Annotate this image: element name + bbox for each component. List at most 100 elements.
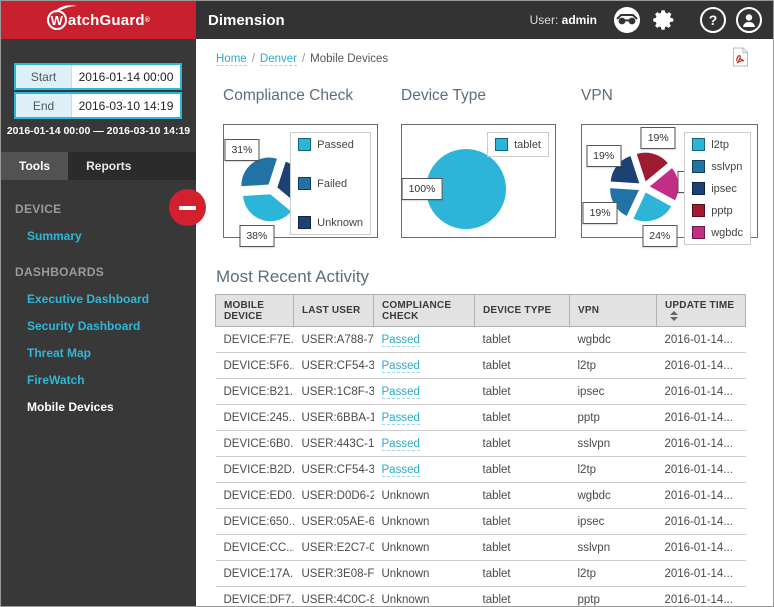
device-cell: DEVICE:650...: [216, 509, 294, 535]
table-row: DEVICE:ED0...USER:D0D6-2...Unknowntablet…: [216, 483, 746, 509]
user-name: admin: [562, 13, 597, 27]
legend-swatch-icon: [298, 177, 311, 190]
device-type-cell: tablet: [475, 327, 570, 353]
last-user-cell: USER:D0D6-2...: [294, 483, 374, 509]
last-user-cell: USER:443C-1...: [294, 431, 374, 457]
sidebar-item-firewatch[interactable]: FireWatch: [1, 360, 196, 387]
compliance-check-chart[interactable]: 31%38%31%PassedFailedUnknown: [223, 124, 378, 238]
legend-entry-wgbdc: wgbdc: [692, 226, 743, 239]
vpn-cell: pptp: [570, 587, 657, 607]
table-row: DEVICE:DF7...USER:4C0C-8...Unknowntablet…: [216, 587, 746, 607]
legend-swatch-icon: [692, 204, 705, 217]
start-date-field[interactable]: Start 2016-01-14 00:00: [14, 63, 182, 90]
pdf-export-icon[interactable]: [732, 47, 749, 72]
chart-title-compliance: Compliance Check: [223, 87, 353, 105]
breadcrumb: Home/Denver/Mobile Devices: [216, 53, 388, 65]
vpn-cell: ipsec: [570, 509, 657, 535]
table-header: MOBILE DEVICELAST USERCOMPLIANCE CHECKDE…: [216, 295, 746, 327]
vpn-cell: wgbdc: [570, 327, 657, 353]
compliance-passed-link[interactable]: Passed: [382, 438, 420, 451]
table-title: Most Recent Activity: [216, 267, 369, 287]
table-row: DEVICE:6B0...USER:443C-1...Passedtablets…: [216, 431, 746, 457]
compliance-cell: Unknown: [374, 483, 475, 509]
device-cell: DEVICE:B21...: [216, 379, 294, 405]
device-type-chart[interactable]: 100%tablet: [401, 124, 556, 238]
compliance-passed-link[interactable]: Passed: [382, 360, 420, 373]
most-recent-activity-table: MOBILE DEVICELAST USERCOMPLIANCE CHECKDE…: [215, 294, 746, 607]
logo-w-mark: W: [47, 10, 67, 30]
sidebar-item-executive-dashboard[interactable]: Executive Dashboard: [1, 279, 196, 306]
update-time-cell: 2016-01-14...: [657, 379, 746, 405]
settings-gear-icon[interactable]: [649, 6, 677, 34]
end-date-field[interactable]: End 2016-03-10 14:19: [14, 92, 182, 119]
device-cell: DEVICE:245...: [216, 405, 294, 431]
compliance-passed-link[interactable]: Passed: [382, 412, 420, 425]
sidebar-tabs: ToolsReports: [1, 152, 196, 180]
update-time-cell: 2016-01-14...: [657, 509, 746, 535]
breadcrumb-home[interactable]: Home: [216, 53, 247, 66]
update-time-cell: 2016-01-14...: [657, 587, 746, 607]
logged-in-user: User: admin: [530, 13, 597, 27]
start-value[interactable]: 2016-01-14 00:00: [72, 65, 180, 88]
compliance-passed-link[interactable]: Passed: [382, 464, 420, 477]
last-user-cell: USER:1C8F-3...: [294, 379, 374, 405]
device-cell: DEVICE:17A...: [216, 561, 294, 587]
compliance-cell: Passed: [374, 379, 475, 405]
compliance-cell: Passed: [374, 457, 475, 483]
sidebar-item-threat-map[interactable]: Threat Map: [1, 333, 196, 360]
last-user-cell: USER:A788-7...: [294, 327, 374, 353]
legend-swatch-icon: [692, 138, 705, 151]
sidebar-item-mobile-devices[interactable]: Mobile Devices: [1, 387, 196, 414]
end-value[interactable]: 2016-03-10 14:19: [72, 94, 180, 117]
breadcrumb-denver[interactable]: Denver: [260, 53, 297, 66]
column-header-vpn: VPN: [570, 295, 657, 327]
legend-label: wgbdc: [711, 227, 743, 239]
compliance-cell: Passed: [374, 353, 475, 379]
tab-tools[interactable]: Tools: [1, 152, 68, 180]
sort-icon[interactable]: [670, 311, 678, 321]
sidebar-collapse-button[interactable]: [169, 189, 206, 226]
last-user-cell: USER:6BBA-1...: [294, 405, 374, 431]
device-type-cell: tablet: [475, 457, 570, 483]
pie-label-ipsec: 19%: [586, 145, 621, 167]
sidebar-item-summary[interactable]: Summary: [1, 216, 196, 243]
table-row: DEVICE:CC...USER:E2C7-0...Unknowntablets…: [216, 535, 746, 561]
compliance-passed-link[interactable]: Passed: [382, 386, 420, 399]
device-cell: DEVICE:ED0...: [216, 483, 294, 509]
device-type-cell: tablet: [475, 431, 570, 457]
column-header-update-time[interactable]: UPDATE TIME: [657, 295, 746, 327]
tab-reports[interactable]: Reports: [68, 152, 149, 180]
vpn-cell: sslvpn: [570, 431, 657, 457]
device-cell: DEVICE:F7E...: [216, 327, 294, 353]
compliance-cell: Unknown: [374, 509, 475, 535]
vpn-cell: pptp: [570, 405, 657, 431]
chart-title-vpn: VPN: [581, 87, 613, 105]
chart-legend: l2tpsslvpnipsecpptpwgbdc: [684, 132, 751, 245]
legend-label: tablet: [514, 139, 541, 151]
account-icon[interactable]: [735, 6, 763, 34]
help-icon[interactable]: ?: [699, 6, 727, 34]
pie-slice-passed[interactable]: [243, 194, 293, 222]
column-header-device-type: DEVICE TYPE: [475, 295, 570, 327]
legend-label: Failed: [317, 178, 347, 190]
pie-slice-failed[interactable]: [241, 157, 278, 187]
device-type-cell: tablet: [475, 509, 570, 535]
sidebar-item-security-dashboard[interactable]: Security Dashboard: [1, 306, 196, 333]
legend-swatch-icon: [298, 138, 311, 151]
pie-label-pptp: 19%: [641, 127, 676, 149]
pie-label-failed: 31%: [224, 139, 259, 161]
top-bar: WatchGuard® Dimension User: admin ?: [1, 1, 774, 39]
compliance-cell: Unknown: [374, 535, 475, 561]
watchguard-logo[interactable]: WatchGuard®: [1, 1, 196, 39]
app-title: Dimension: [208, 12, 285, 29]
anonymize-icon[interactable]: [613, 6, 641, 34]
compliance-passed-link[interactable]: Passed: [382, 334, 420, 347]
main-content: Home/Denver/Mobile Devices Compliance Ch…: [196, 39, 774, 607]
chart-legend: tablet: [487, 132, 549, 157]
update-time-cell: 2016-01-14...: [657, 405, 746, 431]
device-cell: DEVICE:B2D...: [216, 457, 294, 483]
vpn-chart[interactable]: 19%19%24%19%19%l2tpsslvpnipsecpptpwgbdc: [581, 124, 758, 238]
legend-entry-failed: Failed: [298, 177, 363, 190]
column-header-last-user: LAST USER: [294, 295, 374, 327]
legend-entry-sslvpn: sslvpn: [692, 160, 743, 173]
